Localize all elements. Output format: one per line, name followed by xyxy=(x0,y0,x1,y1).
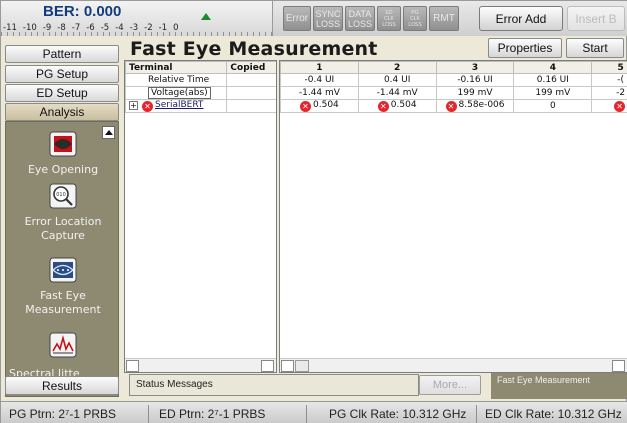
error-x-icon: ✕ xyxy=(142,101,153,112)
nav-results[interactable]: Results xyxy=(5,376,119,395)
status-area: Status Messages More... Fast Eye Measure… xyxy=(123,373,627,399)
nav-analysis[interactable]: Analysis xyxy=(5,103,119,121)
error-x-icon: ✕ xyxy=(300,101,311,112)
tool-error-location-capture[interactable]: 010 Error Location Capture xyxy=(6,183,118,243)
pg-pattern-status: PG Ptrn: 2⁷-1 PRBS xyxy=(1,405,149,423)
results-pane: 1 2 3 4 5 -0.4 UI 0.4 UI -0.16 UI 0.16 U… xyxy=(279,60,627,373)
ed-clk-loss-light: ED CLK LOSS xyxy=(377,6,401,31)
expand-icon[interactable]: + xyxy=(129,101,138,110)
ed-pattern-status: ED Ptrn: 2⁷-1 PRBS xyxy=(151,405,307,423)
error-light: Error xyxy=(283,6,311,31)
results-horizontal-scrollbar[interactable] xyxy=(280,358,627,372)
pg-clock-rate-status: PG Clk Rate: 10.312 GHz xyxy=(321,405,477,423)
status-lights: Error SYNC LOSS DATA LOSS ED CLK LOSS PG CL… xyxy=(283,6,459,31)
column-header-3: 3 xyxy=(435,61,515,74)
terminal-serialbert-link[interactable]: SerialBERT xyxy=(155,100,203,110)
results-table: 1 2 3 4 5 -0.4 UI 0.4 UI -0.16 UI 0.16 U… xyxy=(280,61,627,113)
more-button[interactable]: More... xyxy=(419,375,481,395)
tool-spectral-jitter[interactable]: Spectral Jitte xyxy=(6,332,118,381)
current-measurement-label: Fast Eye Measurement xyxy=(491,373,627,399)
left-navigation: Pattern PG Setup ED Setup Analysis Eye O… xyxy=(1,37,123,399)
column-header-terminal: Terminal xyxy=(125,61,228,74)
jitter-spectrum-icon xyxy=(49,332,77,358)
ber-indicator-icon xyxy=(201,13,211,20)
svg-text:010: 010 xyxy=(56,192,66,198)
terminal-horizontal-scrollbar[interactable] xyxy=(125,358,276,372)
error-x-icon: ✕ xyxy=(445,101,457,112)
ber-scale-ticks xyxy=(1,32,273,36)
scroll-right-icon[interactable] xyxy=(261,360,274,372)
column-header-2: 2 xyxy=(357,61,437,74)
scroll-left-icon[interactable] xyxy=(126,360,139,372)
pg-clk-loss-light: PG CLK LOSS xyxy=(403,6,427,31)
tool-eye-opening[interactable]: Eye Opening xyxy=(6,131,118,177)
error-add-button[interactable]: Error Add xyxy=(479,6,563,31)
nav-pattern[interactable]: Pattern xyxy=(5,45,119,63)
nav-pg-setup[interactable]: PG Setup xyxy=(5,65,119,83)
data-loss-light: DATA LOSS xyxy=(345,6,375,31)
eye-opening-icon xyxy=(49,131,77,157)
row-label-voltage: Voltage(abs) xyxy=(148,87,211,99)
terminal-pane: Terminal Copied Relative Time Voltage(ab… xyxy=(124,60,277,373)
ber-readout: BER: 0.000 xyxy=(43,3,122,20)
ber-meter: BER: 0.000 -11 -10 -9 -8 -7 -6 -5 -4 -3 -2 -1 0 xyxy=(1,1,273,36)
table-row: -1.44 mV -1.44 mV 199 mV 199 mV -2 xyxy=(280,86,627,100)
scrollbar-thumb[interactable] xyxy=(295,360,309,372)
column-header-4: 4 xyxy=(513,61,593,74)
sync-loss-light: SYNC LOSS xyxy=(313,6,343,31)
page-title: Fast Eye Measurement xyxy=(130,38,378,60)
error-x-icon: ✕ xyxy=(377,101,389,112)
table-row: + ✕ SerialBERT xyxy=(125,99,276,113)
remote-light: RMT xyxy=(429,6,459,31)
top-status-bar: BER: 0.000 -11 -10 -9 -8 -7 -6 -5 -4 -3 -2 -1 0 Err… xyxy=(1,1,627,36)
ed-clock-rate-status: ED Clk Rate: 10.312 GHz xyxy=(485,407,622,421)
terminal-table: Terminal Copied Relative Time Voltage(ab… xyxy=(125,61,276,113)
table-row: -0.4 UI 0.4 UI -0.16 UI 0.16 UI -( xyxy=(280,73,627,87)
scroll-left-icon[interactable] xyxy=(281,360,294,372)
app-window: BER: 0.000 -11 -10 -9 -8 -7 -6 -5 -4 -3 -2 -1 0 Err… xyxy=(0,0,627,423)
insert-b-button[interactable]: Insert B xyxy=(567,6,625,31)
status-messages: Status Messages xyxy=(129,374,419,396)
bottom-status-bar: PG Ptrn: 2⁷-1 PRBS ED Ptrn: 2⁷-1 PRBS PG… xyxy=(1,401,627,423)
table-row: Voltage(abs) xyxy=(125,86,276,100)
nav-ed-setup[interactable]: ED Setup xyxy=(5,84,119,102)
scroll-right-icon[interactable] xyxy=(612,360,625,372)
start-button[interactable]: Start xyxy=(566,38,624,58)
eye-diagram-icon xyxy=(49,257,77,283)
magnifier-icon: 010 xyxy=(49,183,77,209)
table-row: Relative Time xyxy=(125,73,276,87)
column-header-1: 1 xyxy=(280,61,359,74)
analysis-tools-panel: Eye Opening 010 Error Location Capture F… xyxy=(5,121,119,397)
column-header-copied: Copied xyxy=(226,61,276,74)
error-x-icon: ✕ xyxy=(614,101,626,112)
row-label-relative-time: Relative Time xyxy=(125,73,228,87)
column-header-5: 5 xyxy=(591,61,627,74)
properties-button[interactable]: Properties xyxy=(488,38,562,58)
table-row: ✕ 0.504 ✕ 0.504 ✕ 8.58e-006 0 ✕ xyxy=(280,99,627,113)
tool-fast-eye-measurement[interactable]: Fast Eye Measurement xyxy=(6,257,118,317)
